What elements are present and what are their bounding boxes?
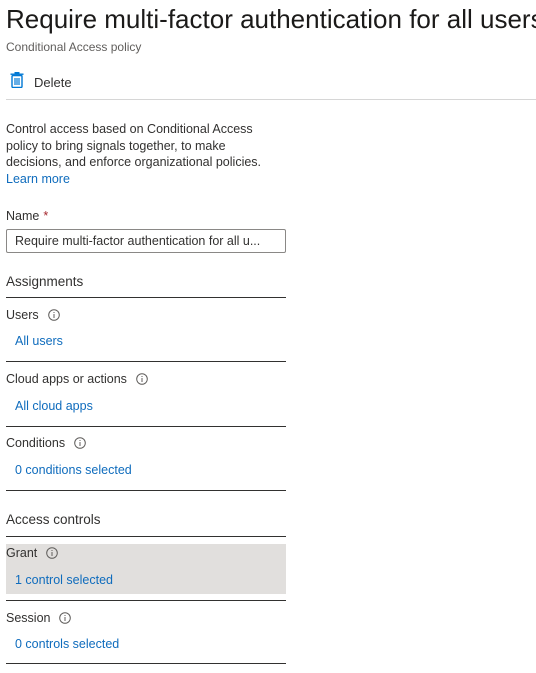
cloud-apps-value-link[interactable]: All cloud apps — [15, 399, 93, 413]
info-icon[interactable] — [136, 373, 148, 385]
info-icon[interactable] — [59, 612, 72, 624]
users-item: Users All users — [6, 307, 286, 359]
session-item: Session 0 controls selected — [6, 610, 286, 658]
section-divider — [6, 297, 286, 298]
session-label: Session — [6, 611, 51, 625]
cloud-apps-item: Cloud apps or actions All cloud apps — [6, 371, 286, 423]
page-subtitle: Conditional Access policy — [6, 40, 142, 54]
learn-more-link[interactable]: Learn more — [6, 172, 70, 186]
item-divider — [6, 361, 286, 362]
grant-value-link[interactable]: 1 control selected — [15, 573, 113, 587]
delete-button[interactable]: Delete — [10, 70, 72, 94]
item-divider — [6, 490, 286, 491]
policy-description: Control access based on Conditional Acce… — [6, 121, 281, 187]
info-icon[interactable] — [47, 309, 60, 321]
item-divider — [6, 426, 286, 427]
name-label-text: Name — [6, 209, 40, 223]
info-icon[interactable] — [74, 437, 86, 449]
conditions-item: Conditions 0 conditions selected — [6, 435, 286, 487]
item-divider — [6, 600, 286, 601]
name-field-label: Name * — [6, 209, 48, 223]
users-value-link[interactable]: All users — [15, 334, 63, 348]
trash-icon — [10, 71, 24, 93]
users-label: Users — [6, 308, 39, 322]
grant-label: Grant — [6, 546, 38, 560]
access-controls-heading: Access controls — [6, 512, 101, 527]
info-icon[interactable] — [46, 547, 59, 559]
delete-label: Delete — [34, 74, 72, 90]
policy-name-input[interactable] — [6, 229, 286, 253]
conditions-label: Conditions — [6, 436, 66, 450]
page-title: Require multi-factor authentication for … — [6, 4, 536, 34]
grant-item[interactable]: Grant 1 control selected — [6, 545, 286, 593]
toolbar-divider — [6, 99, 536, 100]
required-marker: * — [43, 209, 49, 223]
conditions-value-link[interactable]: 0 conditions selected — [15, 463, 132, 477]
description-text: Control access based on Conditional Acce… — [6, 122, 262, 169]
session-value-link[interactable]: 0 controls selected — [15, 637, 119, 651]
item-divider — [6, 663, 286, 664]
cloud-apps-label: Cloud apps or actions — [6, 372, 127, 386]
assignments-heading: Assignments — [6, 274, 84, 289]
section-divider — [6, 536, 286, 537]
